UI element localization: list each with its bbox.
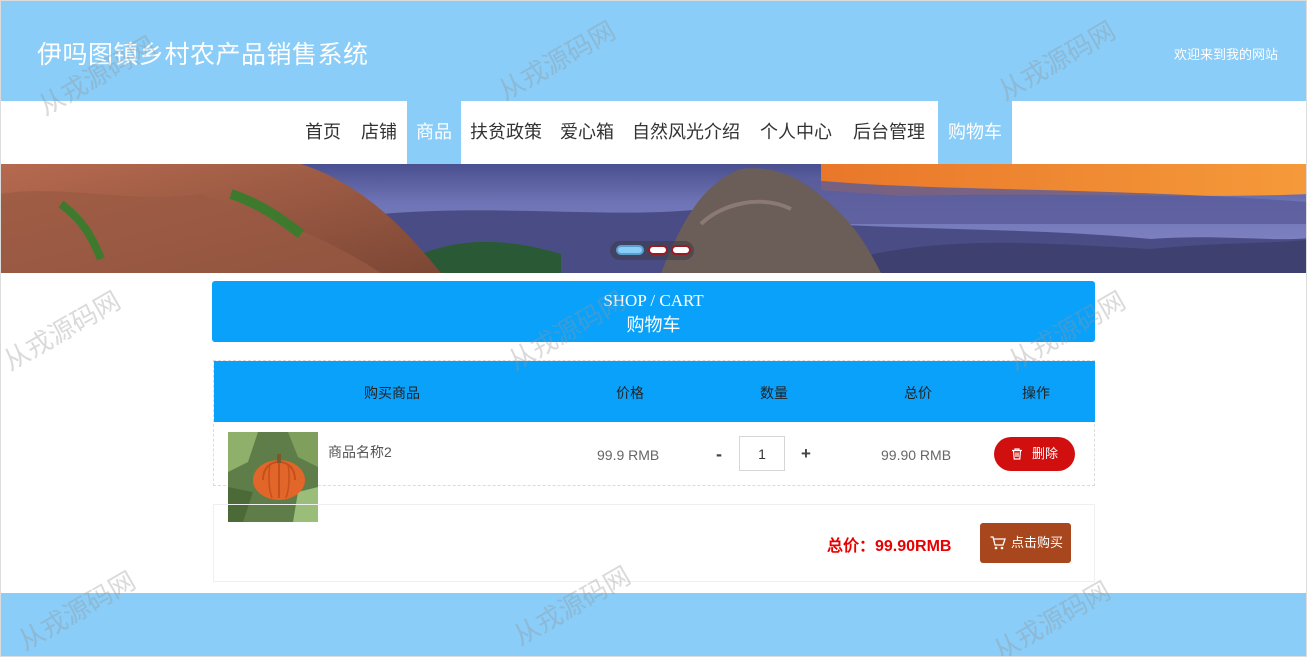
site-footer	[1, 593, 1306, 656]
product-price: 99.9 RMB	[597, 447, 660, 463]
nav-item-products[interactable]: 商品	[407, 101, 461, 164]
column-header-action: 操作	[1022, 385, 1050, 401]
column-header-price: 价格	[616, 385, 644, 401]
trash-icon	[1012, 448, 1022, 460]
section-title-cn: 购物车	[626, 315, 681, 336]
column-header-quantity: 数量	[760, 385, 788, 401]
nav-item-admin[interactable]: 后台管理	[844, 101, 934, 164]
nav-item-home[interactable]: 首页	[297, 101, 349, 164]
buy-button[interactable]: 点击购买	[980, 523, 1071, 563]
product-name[interactable]: 商品名称2	[328, 442, 392, 462]
cart-icon	[990, 536, 1006, 550]
welcome-text: 欢迎来到我的网站	[1173, 47, 1278, 62]
carousel-dot-1[interactable]	[616, 245, 644, 255]
cart-table: 购买商品 价格 数量 总价 操作 商品名称2 99.9 RMB - 1 + 99…	[213, 360, 1095, 522]
carousel-dot-3[interactable]	[671, 245, 691, 255]
section-title-en: SHOP / CART	[603, 291, 704, 310]
nav-item-love-box[interactable]: 爱心箱	[552, 101, 622, 164]
column-header-total: 总价	[904, 385, 932, 401]
row-subtotal: 99.90 RMB	[881, 447, 952, 463]
nav-item-poverty-policy[interactable]: 扶贫政策	[463, 101, 549, 164]
cart-summary: 总价：99.90RMB 点击购买	[213, 504, 1095, 582]
cart-total: 总价：99.90RMB	[827, 538, 952, 555]
delete-button-label: 删除	[1032, 446, 1059, 461]
site-title: 伊吗图镇乡村农产品销售系统	[37, 40, 369, 69]
carousel-dot-2[interactable]	[648, 245, 668, 255]
nav-item-cart[interactable]: 购物车	[938, 101, 1012, 164]
buy-button-label: 点击购买	[1011, 535, 1064, 550]
nav-item-scenery[interactable]: 自然风光介绍	[625, 101, 747, 164]
nav-item-shop[interactable]: 店铺	[353, 101, 405, 164]
main-nav: 首页 店铺 商品 扶贫政策 爱心箱 自然风光介绍 个人中心 后台管理 购物车	[1, 101, 1306, 164]
watermark: 从戎源码网	[0, 286, 127, 378]
section-header: SHOP / CART 购物车	[212, 281, 1095, 342]
quantity-increase-button[interactable]: +	[801, 444, 811, 464]
cart-table-header: 购买商品 价格 数量 总价 操作	[214, 361, 1095, 422]
quantity-input[interactable]	[739, 436, 785, 471]
site-header: 伊吗图镇乡村农产品销售系统 欢迎来到我的网站	[1, 1, 1306, 101]
quantity-decrease-button[interactable]: -	[716, 444, 722, 465]
carousel-indicators	[610, 241, 694, 260]
column-header-product: 购买商品	[364, 385, 420, 401]
table-row: 商品名称2 99.9 RMB - + 99.90 RMB 删除	[214, 422, 1095, 522]
delete-button[interactable]: 删除	[994, 437, 1075, 471]
page: 伊吗图镇乡村农产品销售系统 欢迎来到我的网站 首页 店铺 商品 扶贫政策 爱心箱…	[0, 0, 1307, 657]
nav-item-profile[interactable]: 个人中心	[752, 101, 840, 164]
